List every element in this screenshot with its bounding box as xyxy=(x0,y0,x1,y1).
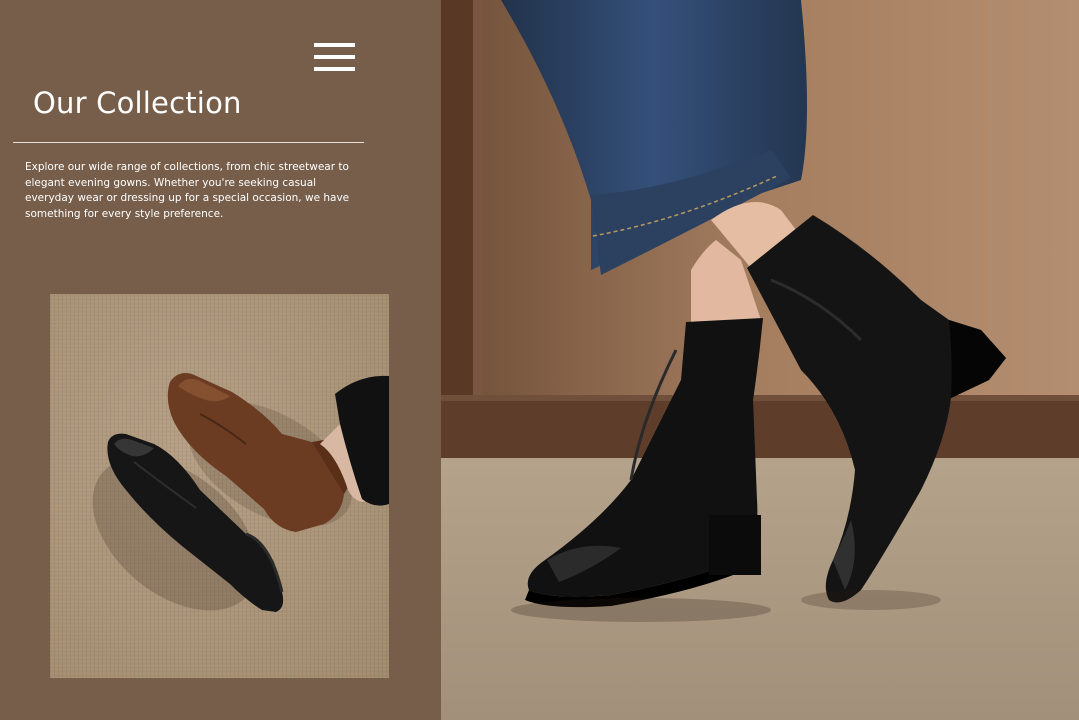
page-title: Our Collection xyxy=(33,86,242,120)
collection-description: Explore our wide range of collections, f… xyxy=(25,161,350,220)
collection-panel: Our Collection Explore our wide range of… xyxy=(0,0,441,720)
menu-bar xyxy=(314,67,355,71)
boots-hero-image[interactable] xyxy=(441,0,1079,720)
title-divider xyxy=(13,142,364,143)
boots-flatlay-illustration xyxy=(92,373,389,612)
boots-product-image[interactable] xyxy=(50,294,389,678)
worn-boots-illustration xyxy=(441,0,1079,720)
hamburger-menu-icon[interactable] xyxy=(311,42,357,74)
menu-bar xyxy=(314,55,355,59)
menu-bar xyxy=(314,43,355,47)
